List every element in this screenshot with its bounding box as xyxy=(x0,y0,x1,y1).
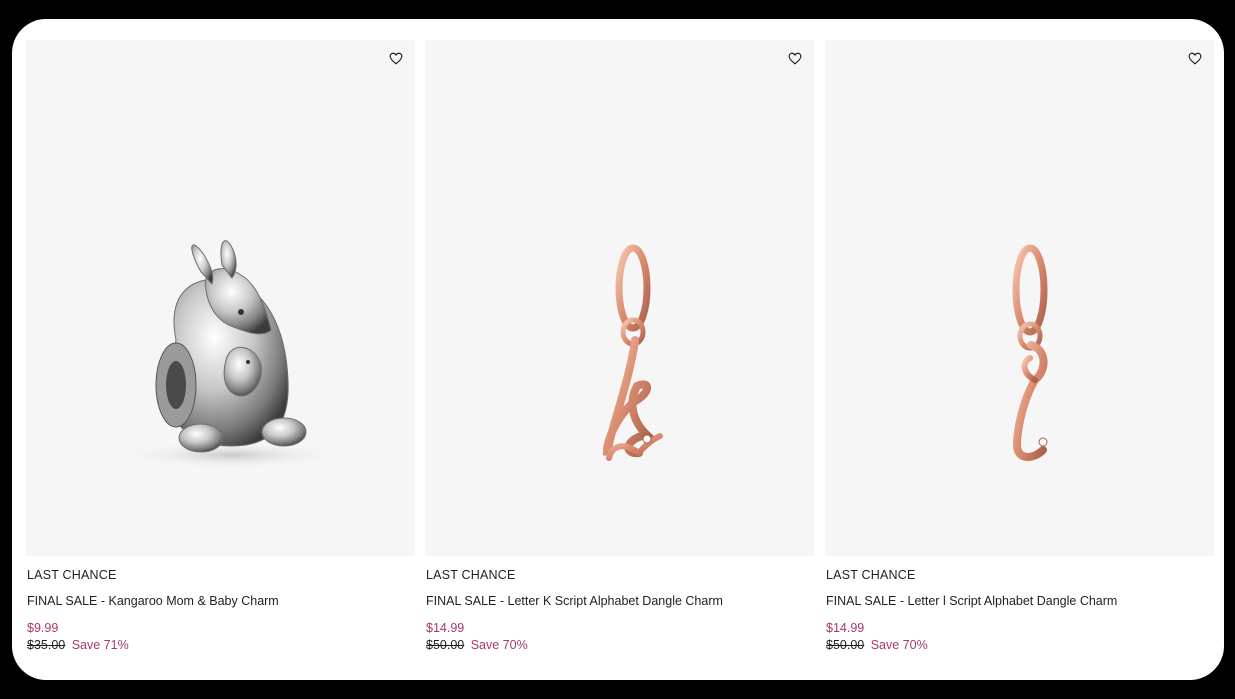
original-price: $35.00 xyxy=(27,638,66,652)
product-image-container[interactable] xyxy=(825,40,1214,556)
price-row: $50.00 Save 70% xyxy=(426,638,528,652)
product-card-letter-l[interactable]: LAST CHANCE FINAL SALE - Letter l Script… xyxy=(825,40,1214,652)
wishlist-button[interactable] xyxy=(1186,49,1204,67)
original-price: $50.00 xyxy=(826,638,865,652)
original-price: $50.00 xyxy=(426,638,465,652)
product-title[interactable]: FINAL SALE - Letter K Script Alphabet Da… xyxy=(426,594,723,608)
save-percent: Save 70% xyxy=(870,638,928,652)
sale-price: $14.99 xyxy=(426,621,465,635)
save-percent: Save 71% xyxy=(71,638,129,652)
sale-price: $14.99 xyxy=(826,621,865,635)
product-title[interactable]: FINAL SALE - Kangaroo Mom & Baby Charm xyxy=(27,594,279,608)
wishlist-button[interactable] xyxy=(387,49,405,67)
heart-outline-icon xyxy=(1188,52,1202,65)
heart-outline-icon xyxy=(788,52,802,65)
price-row: $35.00 Save 71% xyxy=(27,638,129,652)
last-chance-badge: LAST CHANCE xyxy=(426,568,516,582)
product-grid: LAST CHANCE FINAL SALE - Kangaroo Mom & … xyxy=(12,19,1224,680)
heart-outline-icon xyxy=(389,52,403,65)
product-card-letter-k[interactable]: LAST CHANCE FINAL SALE - Letter K Script… xyxy=(425,40,814,652)
product-title[interactable]: FINAL SALE - Letter l Script Alphabet Da… xyxy=(826,594,1117,608)
product-image-container[interactable] xyxy=(26,40,415,556)
product-card-kangaroo[interactable]: LAST CHANCE FINAL SALE - Kangaroo Mom & … xyxy=(26,40,415,652)
product-image-container[interactable] xyxy=(425,40,814,556)
sale-price: $9.99 xyxy=(27,621,59,635)
wishlist-button[interactable] xyxy=(786,49,804,67)
last-chance-badge: LAST CHANCE xyxy=(826,568,916,582)
save-percent: Save 70% xyxy=(470,638,528,652)
kangaroo-charm-image xyxy=(121,240,341,469)
price-row: $50.00 Save 70% xyxy=(826,638,928,652)
last-chance-badge: LAST CHANCE xyxy=(27,568,117,582)
letter-k-charm-image xyxy=(602,244,663,461)
letter-l-charm-image xyxy=(1012,244,1048,461)
